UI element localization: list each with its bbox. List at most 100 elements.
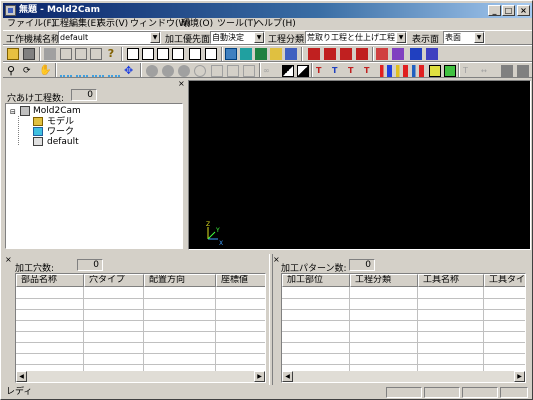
menu-view[interactable]: 表示(V) [95,18,130,30]
layer-icon[interactable] [444,65,456,77]
app-icon[interactable] [5,5,16,16]
horizontal-scrollbar[interactable]: ◀ ▶ [16,371,265,382]
grid-line [16,320,265,321]
priority-select[interactable]: 自動決定 ▼ [210,31,265,44]
chevron-down-icon[interactable]: ▼ [474,32,484,43]
chevron-down-icon[interactable]: ▼ [396,32,406,43]
grid-line [16,331,265,332]
column-header[interactable]: 穴タイプ [84,274,144,287]
zoom-icon[interactable]: ⚲ [7,65,19,77]
column-header[interactable]: 工具タイプ [484,274,525,287]
view-axis-icon[interactable] [60,65,72,77]
help-icon[interactable]: ? [105,48,117,60]
color-icon[interactable] [297,65,309,77]
menu-environment[interactable]: 環境(O) [179,18,215,30]
window-icon[interactable] [142,48,154,60]
column-header[interactable]: 配置方向 [144,274,216,287]
operation-icon[interactable] [426,48,438,60]
window-icon[interactable] [189,48,201,60]
collapse-icon[interactable]: ⊟ [10,107,16,117]
operation-icon[interactable] [410,48,422,60]
color-icon[interactable] [282,65,294,77]
tree-item-model[interactable]: モデル [47,117,74,127]
window-icon[interactable] [157,48,169,60]
window-icon[interactable] [172,48,184,60]
column-header[interactable]: 工程分類 [350,274,418,287]
tree-root[interactable]: Mold2Cam [33,106,81,116]
tool-bar-icon[interactable] [380,65,392,77]
rotate-icon[interactable]: ⟳ [23,65,35,77]
view-axis-icon[interactable] [108,65,120,77]
tool-t-icon[interactable]: T [316,65,328,77]
category-select[interactable]: 荒取り工程と仕上げ工程 ▼ [305,31,407,44]
pan-hand-icon[interactable]: ✋ [39,65,51,77]
grid-line [282,353,525,354]
grid-line [417,287,418,372]
menu-tools[interactable]: ツール(T) [215,18,259,30]
tree-item-workpiece[interactable]: ワーク [47,127,74,137]
status-bar: レディ [3,385,532,399]
column-header[interactable]: 工具名称 [418,274,484,287]
operation-icon[interactable] [376,48,388,60]
horizontal-scrollbar[interactable]: ◀ ▶ [282,371,525,382]
tree-icon[interactable] [255,48,267,60]
3d-viewport[interactable]: Z Y X [188,80,531,250]
cube-icon[interactable] [225,48,237,60]
close-button[interactable]: × [517,5,530,16]
scroll-right-icon[interactable]: ▶ [254,371,265,382]
display-select[interactable]: 表面 ▼ [443,31,485,44]
dimension-icon[interactable] [60,48,72,60]
tool-icon[interactable] [270,48,282,60]
menu-edit[interactable]: 工程編集(E) [49,18,102,30]
menu-help[interactable]: ヘルプ(H) [253,18,298,30]
window-icon[interactable] [205,48,217,60]
operation-icon[interactable] [340,48,352,60]
tool-bar-icon[interactable] [412,65,424,77]
print-icon[interactable] [44,48,56,60]
operation-icon[interactable] [308,48,320,60]
chevron-down-icon[interactable]: ▼ [254,32,264,43]
window-icon[interactable] [127,48,139,60]
text-icon[interactable] [75,48,87,60]
edit-icon[interactable] [90,48,102,60]
column-header[interactable]: 座標値 [216,274,265,287]
scroll-left-icon[interactable]: ◀ [282,371,293,382]
report-icon[interactable] [285,48,297,60]
template-select[interactable]: default ▼ [58,31,161,44]
maximize-button[interactable]: □ [502,5,515,16]
operation-icon[interactable] [324,48,336,60]
toolbar-separator [121,47,123,61]
grid-line [282,364,525,365]
grid-line [83,287,84,372]
close-icon[interactable]: × [273,256,280,264]
close-icon[interactable]: × [178,80,185,88]
project-tree[interactable]: ⊟ Mold2Cam モデル ワーク default [5,103,183,249]
view-axis-icon[interactable] [76,65,88,77]
close-icon[interactable]: × [5,256,12,264]
pattern-table[interactable]: 加工部位 工程分類 工具名称 工具タイプ ◀ ▶ [281,273,526,383]
network-icon[interactable] [240,48,252,60]
tool-t-icon[interactable]: T [332,65,344,77]
title-bar[interactable]: 無題 - Mold2Cam _ □ × [3,3,532,18]
move-icon[interactable]: ✥ [124,65,136,77]
chevron-down-icon[interactable]: ▼ [150,32,160,43]
operation-icon[interactable] [356,48,368,60]
scroll-left-icon[interactable]: ◀ [16,371,27,382]
save-icon[interactable] [23,48,35,60]
view-axis-icon[interactable] [92,65,104,77]
open-folder-icon[interactable] [7,48,19,60]
panel-splitter[interactable] [269,254,273,385]
operation-icon[interactable] [392,48,404,60]
tool-t-icon[interactable]: T [364,65,376,77]
layer-icon[interactable] [429,65,441,77]
column-header[interactable]: 部品名称 [16,274,84,287]
disabled-box-icon [501,65,513,77]
holes-table[interactable]: 部品名称 穴タイプ 配置方向 座標値 ◀ ▶ [15,273,266,383]
category-select-value: 荒取り工程と仕上げ工程 [307,33,395,42]
tree-item-default[interactable]: default [47,137,79,147]
column-header[interactable]: 加工部位 [282,274,350,287]
tool-t-icon[interactable]: T [348,65,360,77]
tool-bar-icon[interactable] [396,65,408,77]
scroll-right-icon[interactable]: ▶ [514,371,525,382]
minimize-button[interactable]: _ [488,5,501,16]
